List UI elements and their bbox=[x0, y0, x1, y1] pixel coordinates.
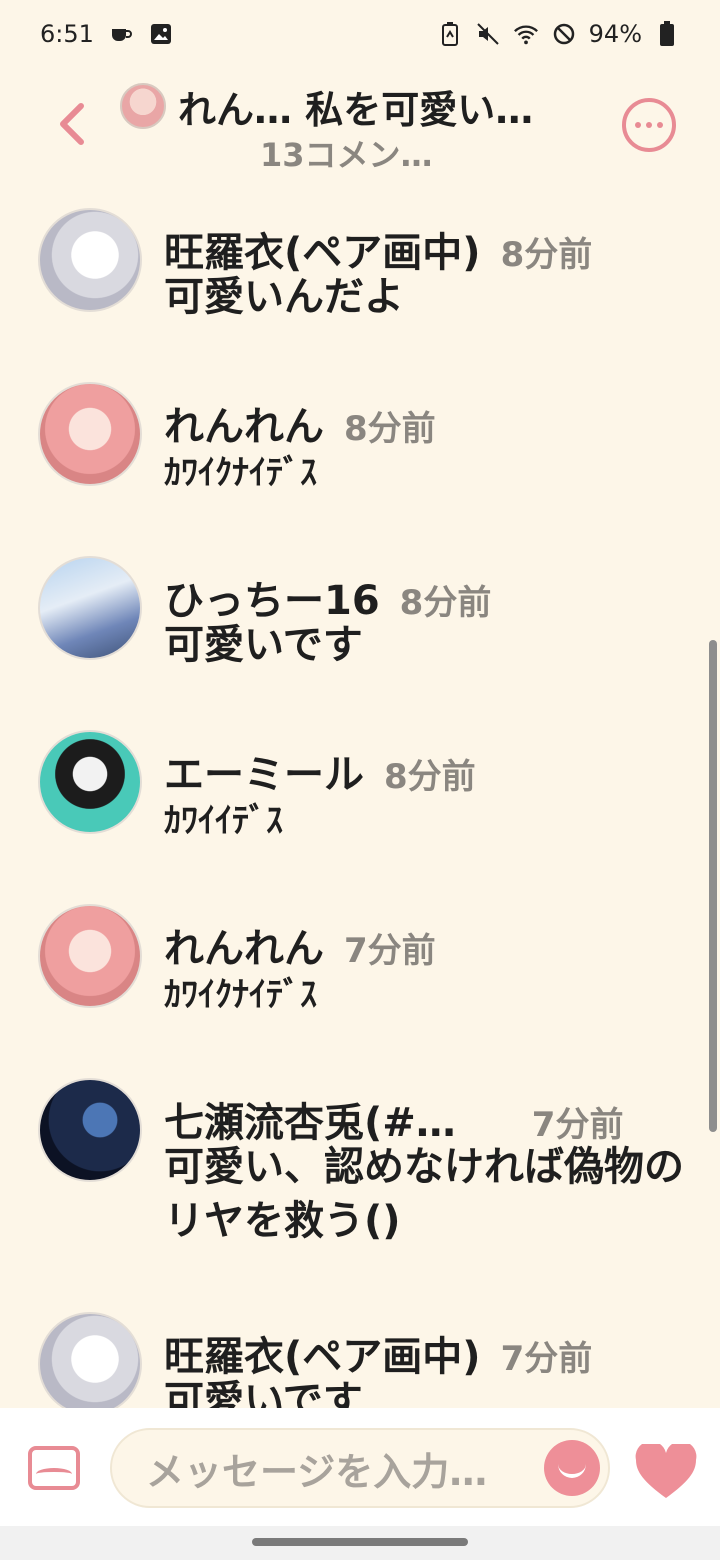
comment-time: 8分前 bbox=[384, 757, 476, 797]
status-bar: 6:51 94% bbox=[0, 0, 720, 68]
avatar bbox=[120, 83, 166, 129]
status-time: 6:51 bbox=[40, 20, 94, 48]
comment-text: 可愛い、認めなければ偽物のリヤを救う() bbox=[164, 1144, 684, 1244]
page-title: れん… 私を可愛い… bbox=[178, 87, 534, 132]
battery-icon bbox=[654, 21, 680, 47]
more-button[interactable] bbox=[622, 98, 676, 152]
comment-time: 7分前 bbox=[531, 1105, 624, 1145]
comment-text: ｶﾜｲｸﾅｲﾃﾞｽ bbox=[164, 975, 317, 1015]
chevron-left-icon bbox=[60, 103, 84, 145]
wifi-icon bbox=[513, 21, 539, 47]
status-right: 94% bbox=[437, 20, 680, 48]
comment-header: れんれん 7分前 bbox=[164, 916, 436, 974]
image-icon bbox=[36, 1468, 72, 1480]
smile-icon bbox=[558, 1464, 586, 1478]
comment-author[interactable]: エーミール bbox=[164, 742, 364, 800]
comment-author[interactable]: れんれん bbox=[164, 916, 324, 974]
home-handle[interactable] bbox=[252, 1538, 468, 1546]
comment-time: 7分前 bbox=[344, 931, 436, 971]
avatar[interactable] bbox=[38, 904, 142, 1008]
comment-header: エーミール 8分前 bbox=[164, 742, 476, 800]
like-button[interactable] bbox=[634, 1441, 698, 1500]
comment-time: 7分前 bbox=[500, 1339, 593, 1379]
more-icon bbox=[635, 122, 641, 128]
avatar[interactable] bbox=[38, 382, 142, 486]
do-not-disturb-icon bbox=[551, 21, 577, 47]
avatar[interactable] bbox=[38, 208, 142, 312]
scrollbar[interactable] bbox=[709, 640, 717, 1132]
battery-percent: 94% bbox=[588, 20, 642, 48]
mute-icon bbox=[475, 21, 501, 47]
battery-saver-icon bbox=[437, 21, 463, 47]
message-input[interactable]: メッセージを入力… bbox=[110, 1428, 610, 1508]
avatar[interactable] bbox=[38, 730, 142, 834]
heart-icon bbox=[635, 1441, 697, 1498]
back-button[interactable] bbox=[48, 96, 96, 152]
comment-header: れんれん 8分前 bbox=[164, 394, 436, 452]
header: れん… 私を可愛い… 13コメン… bbox=[0, 68, 720, 186]
comment-text: 可愛いです bbox=[164, 1378, 363, 1408]
title-row[interactable]: れん… 私を可愛い… bbox=[120, 76, 600, 136]
avatar[interactable] bbox=[38, 1078, 142, 1182]
comment-time: 8分前 bbox=[344, 409, 436, 449]
comment-text: ｶﾜｲｸﾅｲﾃﾞｽ bbox=[164, 453, 317, 493]
comment-text: 可愛いんだよ bbox=[164, 274, 404, 320]
comment-text: 可愛いです bbox=[164, 622, 363, 668]
comment-author[interactable]: れんれん bbox=[164, 394, 324, 452]
image-icon bbox=[148, 21, 174, 47]
comment-list[interactable]: 旺羅衣(ペア画中) 8分前 可愛いんだよ れんれん 8分前 ｶﾜｲｸﾅｲﾃﾞｽ … bbox=[0, 186, 720, 1408]
cup-icon bbox=[108, 21, 134, 47]
message-composer: メッセージを入力… bbox=[0, 1408, 720, 1526]
image-button[interactable] bbox=[28, 1446, 80, 1490]
avatar[interactable] bbox=[38, 556, 142, 660]
comment-time: 8分前 bbox=[500, 235, 593, 275]
status-left: 6:51 bbox=[40, 20, 174, 48]
comment-text: ｶﾜｲｲﾃﾞｽ bbox=[164, 801, 283, 841]
navigation-bar bbox=[0, 1526, 720, 1560]
emoji-button[interactable] bbox=[544, 1440, 600, 1496]
comment-count: 13コメン… bbox=[260, 136, 433, 174]
avatar[interactable] bbox=[38, 1312, 142, 1408]
comment-time: 8分前 bbox=[399, 583, 492, 623]
